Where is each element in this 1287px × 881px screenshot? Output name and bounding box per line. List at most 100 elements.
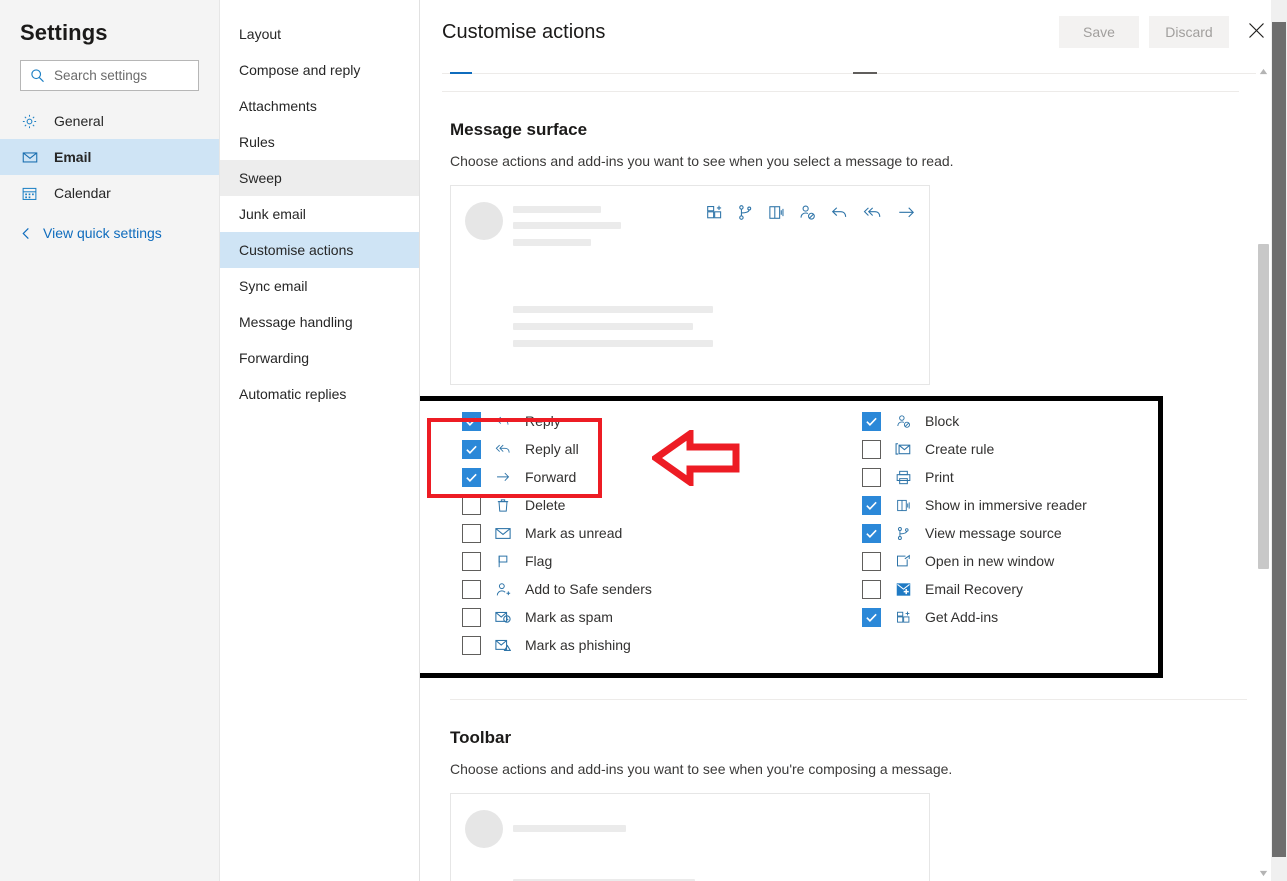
view-quick-settings-label: View quick settings <box>43 225 162 241</box>
checkbox[interactable] <box>862 579 881 599</box>
subnav-item-customise-actions[interactable]: Customise actions <box>220 232 419 268</box>
skeleton-line <box>513 222 621 229</box>
browser-scrollbar[interactable] <box>1271 0 1287 881</box>
subnav-item-rules[interactable]: Rules <box>220 124 419 160</box>
checkbox[interactable] <box>862 411 881 431</box>
checkbox-row-forward[interactable]: Forward <box>462 463 842 491</box>
checkbox-label: Print <box>925 469 954 485</box>
get-addins-icon <box>894 610 912 625</box>
checkbox-row-open-in-new-window[interactable]: Open in new window <box>862 547 1087 575</box>
content-pane: Customise actions Save Discard Message s… <box>420 0 1287 881</box>
toolbar-description: Choose actions and add-ins you want to s… <box>450 761 953 777</box>
subnav-item-message-handling[interactable]: Message handling <box>220 304 419 340</box>
content-scrollbar[interactable] <box>1256 64 1271 881</box>
section-tabs[interactable] <box>442 64 1287 74</box>
checkbox-row-delete[interactable]: Delete <box>462 491 842 519</box>
subnav-item-automatic-replies[interactable]: Automatic replies <box>220 376 419 412</box>
immersive-reader-icon[interactable] <box>768 204 785 226</box>
checkbox-row-print[interactable]: Print <box>862 463 1087 491</box>
checkbox-row-get-add-ins[interactable]: Get Add-ins <box>862 603 1087 631</box>
checkbox-row-reply-all[interactable]: Reply all <box>462 435 842 463</box>
save-button[interactable]: Save <box>1059 16 1139 48</box>
checkbox-label: Show in immersive reader <box>925 497 1087 513</box>
sidebar-item-label: Calendar <box>54 185 111 201</box>
sidebar-item-general[interactable]: General <box>0 103 219 139</box>
checkbox[interactable] <box>462 523 481 543</box>
checkbox[interactable] <box>462 551 481 571</box>
checkbox-label: Create rule <box>925 441 995 457</box>
reply-icon[interactable] <box>830 204 849 226</box>
view-message-source-icon <box>894 526 912 541</box>
checkbox[interactable] <box>462 635 481 655</box>
sidebar-item-email[interactable]: Email <box>0 139 219 175</box>
skeleton-line <box>513 825 626 832</box>
reply-all-icon[interactable] <box>863 204 883 226</box>
tabs-divider <box>442 91 1239 92</box>
subnav-item-attachments[interactable]: Attachments <box>220 88 419 124</box>
scroll-down-icon[interactable] <box>1256 866 1271 881</box>
checkbox-row-create-rule[interactable]: Create rule <box>862 435 1087 463</box>
checkbox[interactable] <box>462 495 481 515</box>
checkbox-label: Flag <box>525 553 553 569</box>
subnav-item-junk-email[interactable]: Junk email <box>220 196 419 232</box>
close-button[interactable] <box>1239 15 1273 49</box>
checkbox-row-block[interactable]: Block <box>862 407 1087 435</box>
subnav-item-sweep[interactable]: Sweep <box>220 160 419 196</box>
get-addins-icon[interactable] <box>706 204 723 226</box>
subnav-item-sync-email[interactable]: Sync email <box>220 268 419 304</box>
view-message-source-icon[interactable] <box>737 204 754 226</box>
checkbox-label: Email Recovery <box>925 581 1024 597</box>
gear-icon <box>20 113 39 130</box>
search-box[interactable] <box>20 60 199 91</box>
toolbar-title: Toolbar <box>450 728 512 747</box>
block-icon[interactable] <box>799 204 816 226</box>
avatar <box>465 202 503 240</box>
discard-button[interactable]: Discard <box>1149 16 1229 48</box>
sidebar-item-calendar[interactable]: Calendar <box>0 175 219 211</box>
message-surface-title: Message surface <box>450 120 588 139</box>
person-add-icon <box>494 582 512 597</box>
printer-icon <box>894 470 912 485</box>
checkbox-row-mark-as-unread[interactable]: Mark as unread <box>462 519 842 547</box>
checkbox[interactable] <box>862 467 881 487</box>
page-title: Settings <box>20 20 108 45</box>
trash-icon <box>494 498 512 513</box>
search-icon <box>30 68 45 83</box>
header-actions: Save Discard <box>1059 15 1287 49</box>
sidebar-item-label: General <box>54 113 104 129</box>
forward-icon[interactable] <box>897 204 916 226</box>
checkbox-row-mark-as-spam[interactable]: Mark as spam <box>462 603 842 631</box>
envelope-icon <box>494 527 512 540</box>
scroll-up-icon[interactable] <box>1256 64 1271 79</box>
checkbox[interactable] <box>462 411 481 431</box>
browser-scrollbar-thumb[interactable] <box>1272 22 1286 857</box>
checkbox-row-add-to-safe-senders[interactable]: Add to Safe senders <box>462 575 842 603</box>
checkbox[interactable] <box>462 467 481 487</box>
checkbox[interactable] <box>862 495 881 515</box>
checkbox[interactable] <box>462 607 481 627</box>
checkbox-row-show-in-immersive-reader[interactable]: Show in immersive reader <box>862 491 1087 519</box>
checkbox-row-reply[interactable]: Reply <box>462 407 842 435</box>
subnav-item-layout[interactable]: Layout <box>220 16 419 52</box>
avatar <box>465 810 503 848</box>
checkbox-row-email-recovery[interactable]: Email Recovery <box>862 575 1087 603</box>
checkbox-row-flag[interactable]: Flag <box>462 547 842 575</box>
checkbox-row-mark-as-phishing[interactable]: Mark as phishing <box>462 631 842 659</box>
checkbox[interactable] <box>862 551 881 571</box>
checkbox-label: Reply <box>525 413 561 429</box>
checkbox-label: Delete <box>525 497 566 513</box>
checkbox[interactable] <box>462 579 481 599</box>
checkbox[interactable] <box>862 607 881 627</box>
search-input[interactable] <box>54 68 189 83</box>
checkbox-row-view-message-source[interactable]: View message source <box>862 519 1087 547</box>
checkbox[interactable] <box>462 439 481 459</box>
subnav-item-compose-and-reply[interactable]: Compose and reply <box>220 52 419 88</box>
checkbox-label: Mark as spam <box>525 609 613 625</box>
scrollbar-thumb[interactable] <box>1258 244 1269 569</box>
checkbox[interactable] <box>862 523 881 543</box>
view-quick-settings-link[interactable]: View quick settings <box>0 215 219 251</box>
checkbox[interactable] <box>862 439 881 459</box>
subnav-item-forwarding[interactable]: Forwarding <box>220 340 419 376</box>
tab-indicator-secondary <box>853 72 877 74</box>
preview-action-icons <box>706 204 916 226</box>
